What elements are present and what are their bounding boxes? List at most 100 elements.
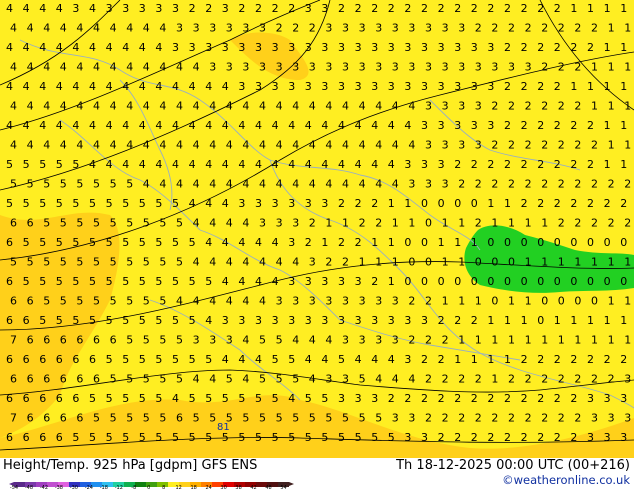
value-label: 3 [309, 256, 316, 269]
value-label: 3 [288, 197, 295, 210]
value-label: 5 [172, 314, 179, 327]
value-label: 3 [209, 22, 216, 35]
value-label: 2 [554, 431, 561, 444]
value-label: 4 [159, 139, 166, 152]
value-label: 4 [226, 100, 233, 113]
value-label: 4 [6, 41, 13, 54]
value-label: 3 [375, 61, 382, 74]
value-label: 0 [508, 256, 515, 269]
value-label: 4 [10, 61, 17, 74]
value-label: 3 [276, 217, 283, 230]
value-label: 0 [421, 197, 428, 210]
value-label: 1 [491, 373, 498, 386]
value-label: 2 [620, 197, 627, 210]
value-label: 4 [60, 22, 67, 35]
value-label: 2 [454, 314, 461, 327]
value-label: 0 [537, 236, 544, 249]
value-label: 3 [272, 314, 279, 327]
value-label: 3 [106, 2, 113, 15]
value-label: 4 [110, 100, 117, 113]
value-label: 1 [508, 334, 515, 347]
value-label: 2 [554, 158, 561, 171]
value-label: 5 [238, 392, 245, 405]
value-label: 2 [558, 61, 565, 74]
value-label: 1 [491, 334, 498, 347]
value-label: 1 [604, 41, 611, 54]
value-label: 5 [209, 412, 216, 425]
value-label: 5 [305, 431, 312, 444]
value-label: 2 [604, 353, 611, 366]
value-label: 4 [189, 197, 196, 210]
value-label: 3 [375, 22, 382, 35]
value-label: 4 [242, 178, 249, 191]
value-label: 4 [222, 80, 229, 93]
value-label: 2 [608, 178, 615, 191]
value-label: 5 [272, 431, 279, 444]
value-label: 5 [72, 431, 79, 444]
value-label: 3 [222, 2, 229, 15]
value-label: 5 [39, 275, 46, 288]
value-label: 1 [541, 334, 548, 347]
value-label: 5 [155, 392, 162, 405]
color-scale-label: 30 [220, 485, 227, 491]
value-label: 1 [604, 314, 611, 327]
value-label: 2 [570, 353, 577, 366]
value-label: 0 [537, 314, 544, 327]
value-label: 2 [272, 2, 279, 15]
value-label: 4 [60, 139, 67, 152]
value-label: 4 [176, 178, 183, 191]
value-label: 2 [189, 2, 196, 15]
value-label: 5 [106, 353, 113, 366]
value-label: 4 [292, 100, 299, 113]
value-label: 5 [143, 256, 150, 269]
value-label: 4 [255, 353, 262, 366]
color-scale-label: -24 [84, 485, 93, 491]
value-label: 5 [255, 431, 262, 444]
value-label: 3 [272, 197, 279, 210]
value-label: 4 [371, 158, 378, 171]
value-label: 3 [259, 61, 266, 74]
value-label: 4 [89, 2, 96, 15]
value-label: 5 [39, 236, 46, 249]
color-scale-label: -12 [114, 485, 123, 491]
value-label: 1 [608, 100, 615, 113]
value-label: 2 [570, 392, 577, 405]
value-label: 2 [537, 353, 544, 366]
value-label: 2 [541, 412, 548, 425]
value-label: 1 [604, 2, 611, 15]
value-label: 4 [76, 61, 83, 74]
value-label: 5 [172, 353, 179, 366]
value-label: 3 [355, 392, 362, 405]
value-label: 6 [56, 392, 63, 405]
value-label: 2 [442, 373, 449, 386]
value-label: 5 [106, 275, 113, 288]
value-label: 1 [388, 197, 395, 210]
value-label: 4 [392, 373, 399, 386]
value-label: 3 [342, 295, 349, 308]
value-label: 4 [27, 61, 34, 74]
value-label: 5 [139, 431, 146, 444]
value-label: 2 [558, 373, 565, 386]
value-label: 2 [454, 392, 461, 405]
credit-link[interactable]: ©weatheronline.co.uk [502, 473, 630, 487]
value-label: 0 [425, 256, 432, 269]
value-label: 4 [43, 100, 50, 113]
value-label: 3 [471, 41, 478, 54]
value-label: 4 [72, 80, 79, 93]
value-label: 3 [388, 314, 395, 327]
value-label: 5 [122, 314, 129, 327]
value-label: 4 [209, 139, 216, 152]
value-label: 1 [487, 353, 494, 366]
value-label: 4 [76, 100, 83, 113]
value-label: 4 [106, 119, 113, 132]
value-label: 2 [309, 22, 316, 35]
value-label: 4 [222, 158, 229, 171]
value-label: 5 [76, 295, 83, 308]
value-label: 4 [404, 119, 411, 132]
value-label: 3 [375, 334, 382, 347]
value-label: 1 [392, 217, 399, 230]
value-label: 3 [342, 334, 349, 347]
value-label: 5 [242, 412, 249, 425]
value-label: 3 [276, 61, 283, 74]
value-label: 2 [438, 314, 445, 327]
